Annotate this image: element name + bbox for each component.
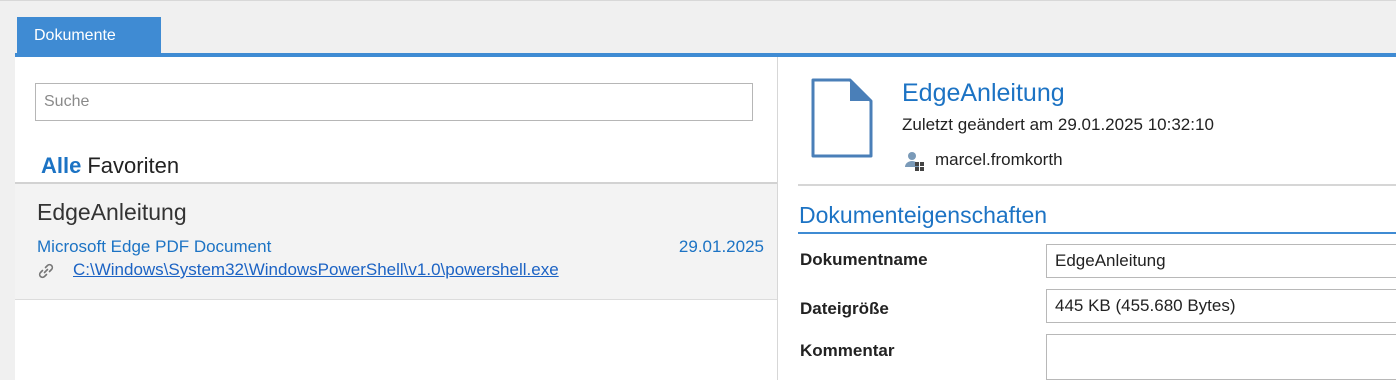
- link-icon: [38, 263, 54, 279]
- document-list-pane: AlleFavoriten EdgeAnleitung Microsoft Ed…: [15, 57, 777, 380]
- document-detail-pane: EdgeAnleitung Zuletzt geändert am 29.01.…: [778, 57, 1396, 380]
- list-item-title: EdgeAnleitung: [37, 199, 187, 225]
- filter-all[interactable]: Alle: [41, 153, 81, 178]
- tab-dokumente[interactable]: Dokumente: [17, 17, 161, 54]
- list-item-date: 29.01.2025: [678, 237, 764, 256]
- detail-last-changed: Zuletzt geändert am 29.01.2025 10:32:10: [902, 115, 1214, 134]
- property-label-comment: Kommentar: [800, 341, 895, 360]
- properties-title-underline: [798, 232, 1396, 234]
- document-icon: [811, 78, 873, 158]
- properties-title: Dokumenteigenschaften: [799, 202, 1048, 228]
- filter-favorites[interactable]: Favoriten: [87, 153, 179, 178]
- search-input[interactable]: [35, 83, 753, 121]
- property-label-filesize: Dateigröße: [800, 299, 889, 318]
- detail-header-divider: [798, 184, 1396, 186]
- list-filter: Alle Favoriten: [41, 153, 179, 179]
- detail-title: EdgeAnleitung: [902, 79, 1065, 107]
- user-icon: [905, 152, 924, 171]
- property-field-filesize[interactable]: 445 KB (455.680 Bytes): [1046, 289, 1396, 323]
- property-field-documentname[interactable]: EdgeAnleitung: [1046, 244, 1396, 278]
- list-item-type: Microsoft Edge PDF Document: [37, 237, 272, 256]
- property-field-comment[interactable]: [1046, 334, 1396, 380]
- list-item-path-link[interactable]: C:\Windows\System32\WindowsPowerShell\v1…: [73, 260, 559, 280]
- detail-user: marcel.fromkorth: [935, 150, 1063, 169]
- window-top-border: [0, 0, 1396, 1]
- property-label-documentname: Dokumentname: [800, 250, 928, 269]
- list-item[interactable]: EdgeAnleitung Microsoft Edge PDF Documen…: [15, 184, 777, 300]
